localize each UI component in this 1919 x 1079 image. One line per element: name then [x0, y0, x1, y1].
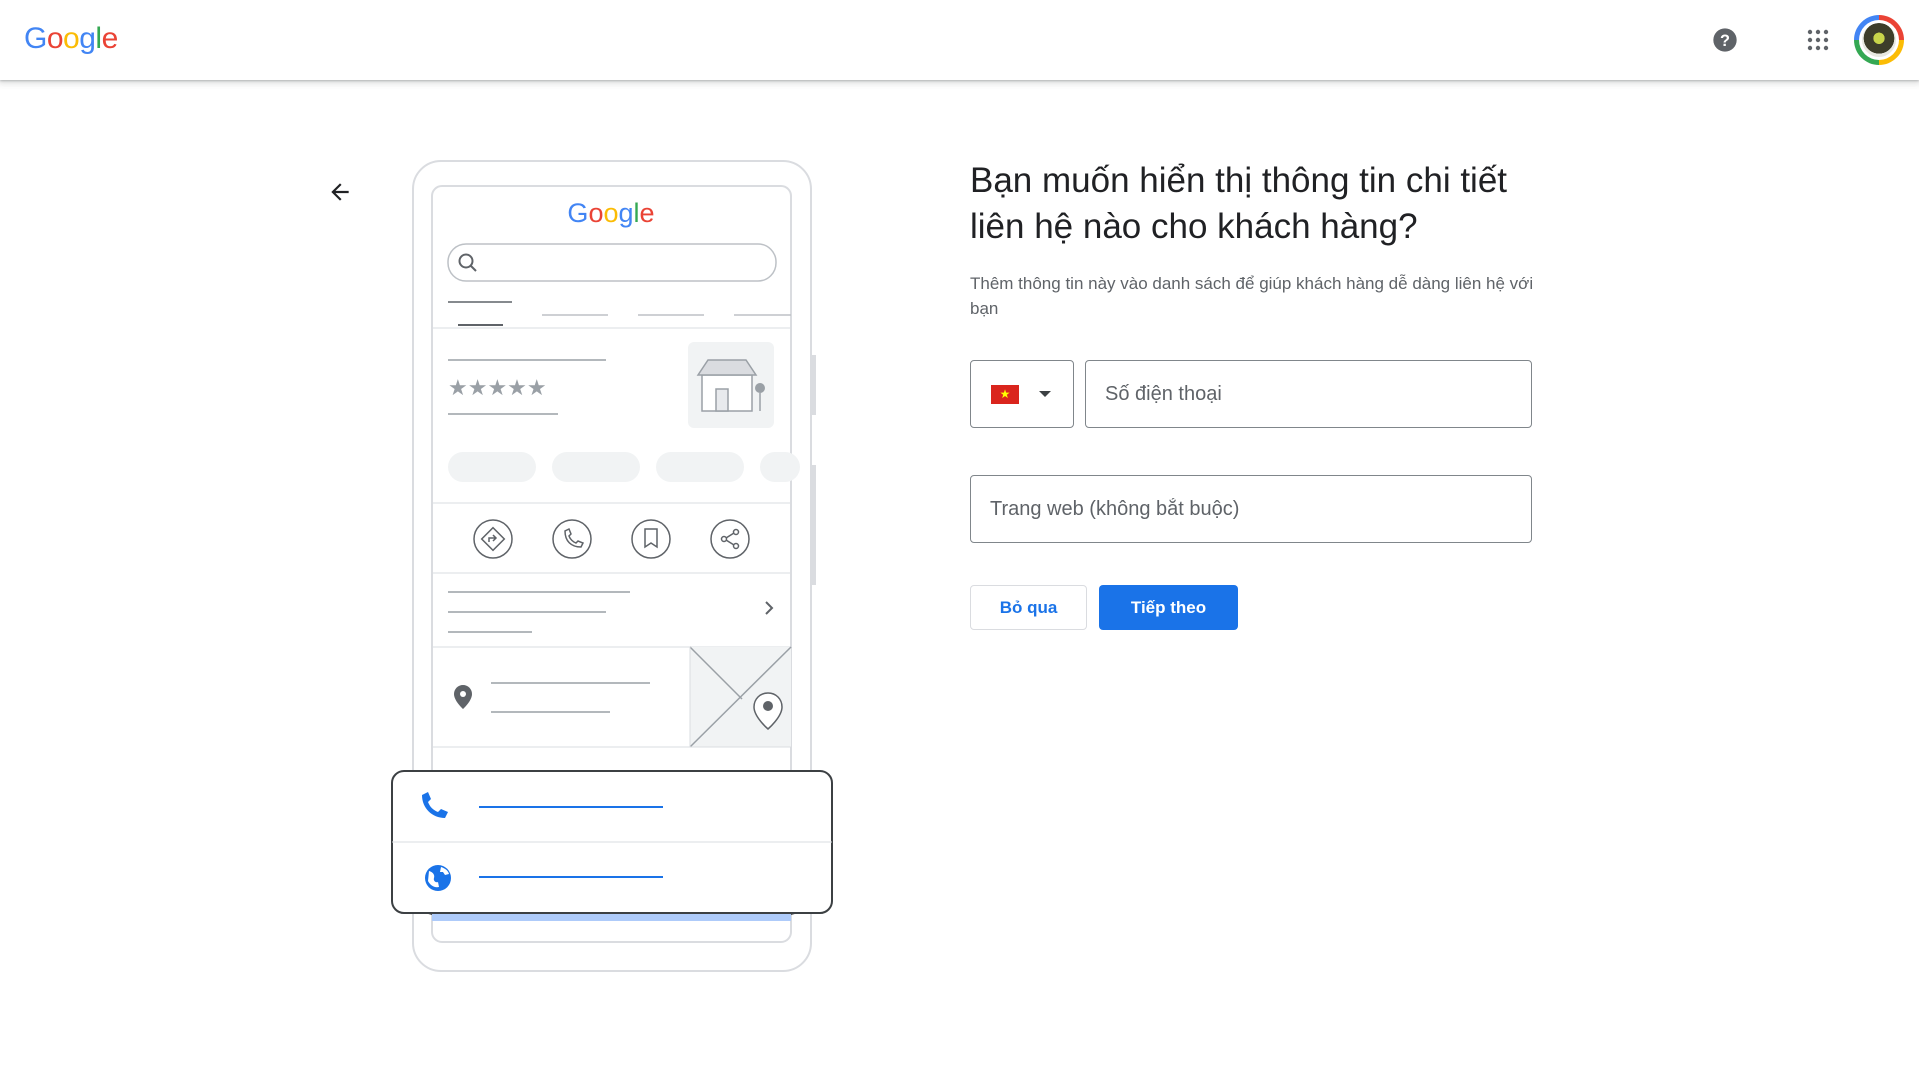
- card-globe-icon: [425, 865, 451, 891]
- apps-grid-icon[interactable]: [1798, 20, 1838, 60]
- logo-letter: o: [46, 22, 64, 55]
- svg-text:?: ?: [1720, 32, 1730, 50]
- back-arrow-icon[interactable]: [320, 172, 360, 212]
- account-avatar[interactable]: [1854, 15, 1904, 65]
- business-profile-illustration: Google ★★★★★: [391, 160, 833, 972]
- vietnam-flag-icon: ★: [991, 384, 1019, 404]
- logo-letter: G: [24, 22, 47, 55]
- svg-text:★★★★★: ★★★★★: [448, 376, 547, 401]
- page-title: Bạn muốn hiển thị thông tin chi tiết liê…: [970, 161, 1508, 246]
- avatar-image: [1862, 23, 1896, 57]
- top-app-bar: Google ?: [0, 0, 1919, 80]
- google-logo[interactable]: Google: [24, 22, 118, 56]
- page-subtitle: Thêm thông tin này vào danh sách để giúp…: [970, 274, 1534, 318]
- logo-letter: e: [101, 22, 119, 55]
- logo-letter: o: [63, 22, 80, 55]
- next-button[interactable]: Tiếp theo: [1099, 585, 1238, 630]
- phone-number-input[interactable]: [1085, 360, 1532, 428]
- country-code-select[interactable]: ★: [970, 360, 1074, 428]
- dropdown-caret-icon: [1039, 391, 1051, 397]
- illustration-google-logo: Google: [567, 198, 654, 228]
- help-icon[interactable]: ?: [1705, 20, 1745, 60]
- logo-letter: g: [79, 22, 96, 55]
- skip-button[interactable]: Bỏ qua: [970, 585, 1087, 630]
- illustration-rating-stars: ★★★★★: [448, 376, 547, 401]
- website-input[interactable]: [970, 475, 1532, 543]
